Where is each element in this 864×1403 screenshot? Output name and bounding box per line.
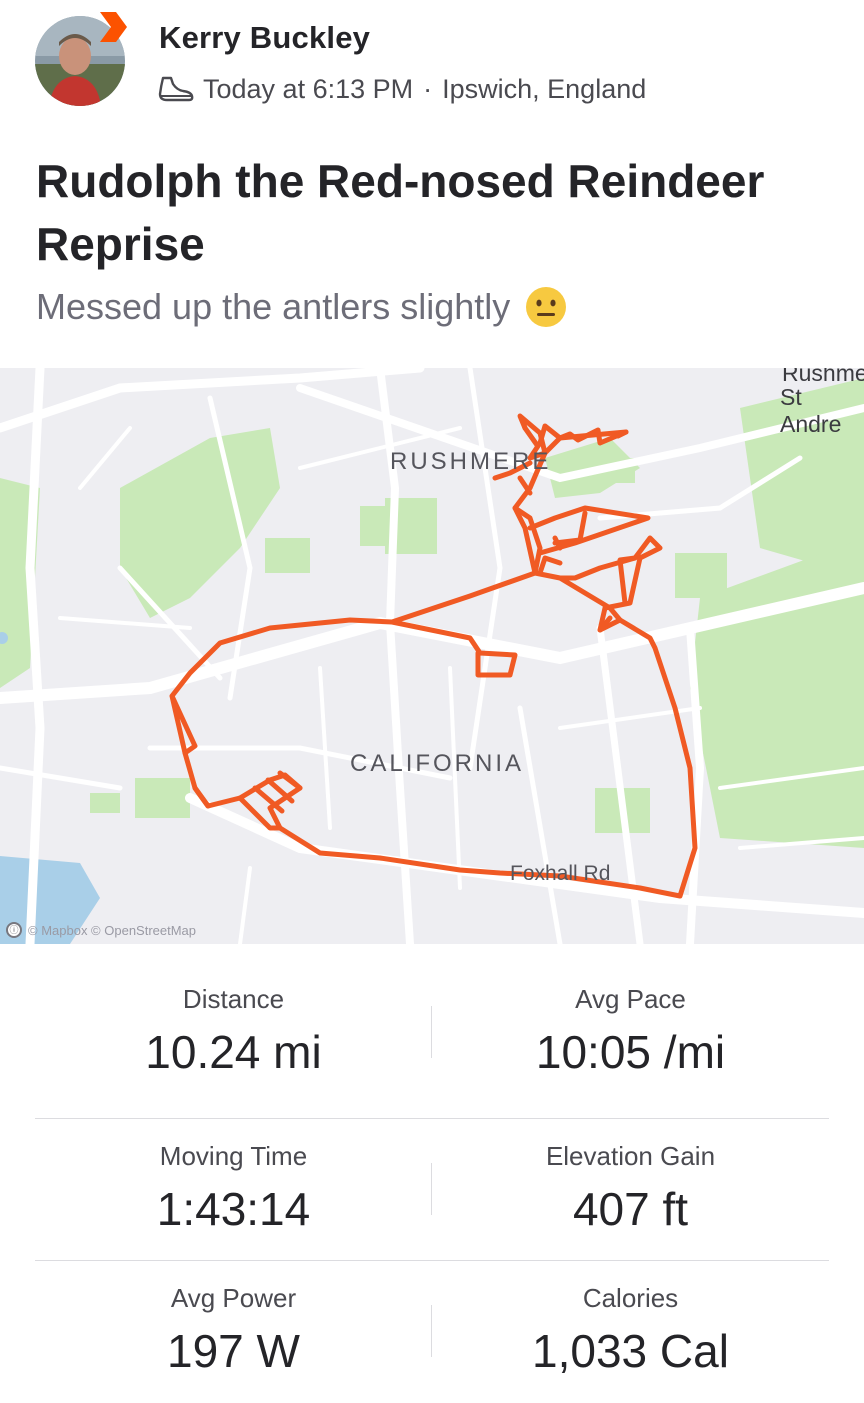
shoe-icon — [158, 76, 194, 102]
meta-separator: · — [423, 73, 433, 104]
stat-row: Avg Power 197 W Calories 1,033 Cal — [35, 1260, 829, 1403]
activity-time: Today at 6:13 PM — [203, 73, 414, 104]
stat-label: Distance — [182, 984, 285, 1014]
map-label-foxhall: Foxhall Rd — [510, 862, 611, 885]
attribution-text[interactable]: © Mapbox © OpenStreetMap — [28, 923, 196, 938]
stat-value: 1:43:14 — [156, 1183, 311, 1235]
stat-label: Elevation Gain — [545, 1141, 716, 1171]
activity-meta: Today at 6:13 PM · Ipswich, England — [157, 72, 646, 106]
stat-elevation-gain: Elevation Gain 407 ft — [432, 1119, 829, 1236]
info-icon[interactable]: ⓘ — [6, 922, 22, 938]
activity-title[interactable]: Rudolph the Red-nosed Reindeer Reprise — [36, 150, 836, 276]
stat-label: Avg Power — [170, 1283, 297, 1313]
map-label-california: CALIFORNIA — [350, 750, 525, 777]
activity-description: Messed up the antlers slightly — [36, 285, 568, 329]
activity-header: Kerry Buckley Today at 6:13 PM · Ipswich… — [0, 0, 864, 130]
stat-avg-pace: Avg Pace 10:05 /mi — [432, 976, 829, 1079]
stat-distance: Distance 10.24 mi — [35, 976, 432, 1079]
stat-label: Moving Time — [159, 1141, 308, 1171]
stat-value: 1,033 Cal — [532, 1325, 729, 1377]
route-map[interactable]: RUSHMERE CALIFORNIA Foxhall Rd Rushmere … — [0, 368, 864, 944]
description-text: Messed up the antlers slightly — [36, 286, 511, 327]
map-attribution[interactable]: ⓘ © Mapbox © OpenStreetMap — [6, 922, 196, 938]
stat-value: 407 ft — [572, 1183, 689, 1235]
stat-label: Avg Pace — [575, 984, 686, 1014]
activity-stats: Distance 10.24 mi Avg Pace 10:05 /mi Mov… — [0, 944, 864, 1384]
stat-calories: Calories 1,033 Cal — [432, 1261, 829, 1378]
stat-value: 10.24 mi — [145, 1026, 322, 1078]
neutral-face-emoji — [526, 287, 567, 327]
activity-location: Ipswich, England — [442, 73, 647, 104]
map-label-st-andrews: St Andre — [780, 384, 842, 437]
stat-avg-power: Avg Power 197 W — [35, 1261, 432, 1378]
stat-label: Calories — [582, 1283, 679, 1313]
map-label-rushmere: RUSHMERE — [390, 448, 552, 475]
athlete-name[interactable]: Kerry Buckley — [159, 20, 370, 56]
strava-chevron-icon — [100, 12, 127, 42]
stat-value: 197 W — [167, 1325, 300, 1377]
stat-row: Distance 10.24 mi Avg Pace 10:05 /mi — [35, 976, 829, 1118]
stat-value: 10:05 /mi — [535, 1026, 726, 1078]
stat-row: Moving Time 1:43:14 Elevation Gain 407 f… — [35, 1118, 829, 1261]
stat-moving-time: Moving Time 1:43:14 — [35, 1119, 432, 1236]
